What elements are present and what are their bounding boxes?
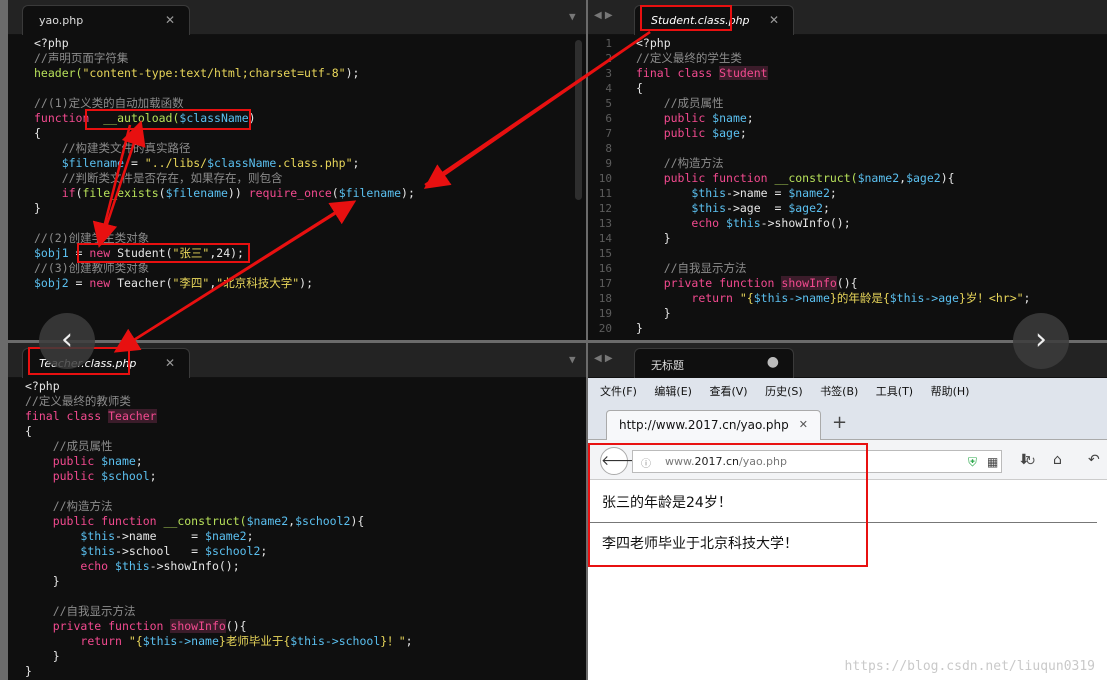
menu-help[interactable]: 帮助(H) — [931, 385, 970, 398]
highlight-autoload — [85, 109, 251, 130]
tab-nav-arrows-icon[interactable]: ◀ ▶ — [594, 353, 613, 364]
watermark: https://blog.csdn.net/liuqun0319 — [844, 659, 1095, 674]
tab-nav-arrows-icon[interactable]: ◀ ▶ — [594, 10, 613, 21]
tab-untitled[interactable]: 无标题 ● — [634, 348, 794, 378]
unsaved-dot-icon[interactable]: ● — [767, 354, 779, 370]
code-line: $this->name = $name2; — [80, 529, 254, 543]
editor-pane-top-right: ◀ ▶ Student.class.php ✕ 1 2 3 4 5 6 7 8 9 10 11 12 1… — [588, 0, 1107, 340]
code-area[interactable]: <?php//定义最终的学生类 final class Student{ //成员… — [588, 36, 1107, 340]
code-line: public function __construct($name2,$age2… — [663, 171, 955, 185]
code-line: <?php — [25, 379, 60, 393]
code-line: //构造方法 — [636, 156, 724, 170]
highlight-browser-output — [588, 443, 868, 567]
code-line: $this->age = $age2; — [691, 201, 830, 215]
code-line: //声明页面字符集 — [34, 51, 129, 65]
code-line: echo $this->showInfo(); — [691, 216, 851, 230]
code-line: <?php — [34, 36, 69, 50]
code-line: //自我显示方法 — [636, 261, 747, 275]
browser-menubar: 文件(F) 编辑(E) 查看(V) 历史(S) 书签(B) 工具(T) 帮助(H… — [588, 378, 1107, 404]
code-area[interactable]: <?php//定义最终的教师类 final class Teacher{ //成员… — [8, 379, 586, 680]
code-line: //自我显示方法 — [25, 604, 136, 618]
new-tab-icon[interactable]: + — [832, 412, 847, 433]
code-line: public $name; — [663, 111, 754, 125]
code-line: } — [25, 649, 60, 663]
code-line: } — [25, 574, 60, 588]
code-line: //成员属性 — [25, 439, 113, 453]
tab-yao-php[interactable]: yao.php ✕ — [22, 5, 190, 35]
highlight-new-student — [77, 243, 250, 263]
menu-bookmarks[interactable]: 书签(B) — [820, 385, 858, 398]
menu-history[interactable]: 历史(S) — [765, 385, 803, 398]
code-line: $this->school = $school2; — [80, 544, 268, 558]
code-area[interactable]: <?php//声明页面字符集 header("content-type:text/… — [8, 36, 586, 340]
download-icon[interactable]: ⬇ — [1018, 452, 1030, 468]
code-line: { — [25, 424, 32, 438]
code-line: //(3)创建教师类对象 — [34, 261, 150, 275]
code-line: echo $this->showInfo(); — [80, 559, 240, 573]
code-line: public $age; — [663, 126, 747, 140]
editor-pane-bottom-left: Teacher.class.php ✕ ▼ <?php//定义最终的教师类 fin… — [8, 343, 586, 680]
code-line: //判断类文件是否存在，如果存在，则包含 — [34, 171, 283, 185]
tab-label: yao.php — [39, 14, 84, 27]
code-line: { — [636, 81, 643, 95]
close-icon[interactable]: ✕ — [769, 13, 779, 27]
close-icon[interactable]: ✕ — [165, 13, 175, 27]
code-line: final class Teacher — [25, 409, 157, 423]
editor-pane-top-left: yao.php ✕ ▼ <?php//声明页面字符集 header("conten… — [8, 0, 586, 340]
next-arrow-icon[interactable]: › — [1013, 313, 1069, 369]
code-line: private function showInfo(){ — [52, 619, 247, 633]
code-line: if(file_exists($filename)) require_once(… — [61, 186, 415, 200]
code-line: } — [25, 664, 32, 678]
menu-tools[interactable]: 工具(T) — [876, 385, 913, 398]
code-line: <?php — [636, 36, 671, 50]
code-line: final class Student — [636, 66, 768, 80]
code-line: public $school; — [52, 469, 157, 483]
browser-tab[interactable]: http://www.2017.cn/yao.php ✕ — [606, 410, 821, 440]
browser-tab-strip: http://www.2017.cn/yao.php ✕ + — [588, 404, 1107, 440]
browser-tab-title: http://www.2017.cn/yao.php — [619, 418, 789, 432]
code-line: } — [636, 231, 671, 245]
code-line: public $name; — [52, 454, 143, 468]
tab-dropdown-icon[interactable]: ▼ — [569, 353, 576, 366]
prev-arrow-icon[interactable]: ‹ — [39, 313, 95, 369]
code-line: $filename = "../libs/$className.class.ph… — [61, 156, 360, 170]
code-line: //构造方法 — [25, 499, 113, 513]
code-line: $obj2 = new Teacher("李四","北京科技大学"); — [34, 276, 314, 290]
code-line: $this->name = $name2; — [691, 186, 837, 200]
tab-label: 无标题 — [651, 359, 684, 372]
highlight-student-tab — [640, 5, 732, 31]
code-line: //定义最终的教师类 — [25, 394, 131, 408]
qr-code-icon[interactable]: ▦ — [987, 455, 998, 469]
code-line: return "{$this->name}的年龄是{$this->age}岁！<… — [691, 291, 1031, 305]
menu-edit[interactable]: 编辑(E) — [654, 385, 692, 398]
scrollbar[interactable] — [575, 40, 582, 200]
undo-icon[interactable]: ↶ — [1088, 452, 1100, 468]
menu-view[interactable]: 查看(V) — [709, 385, 747, 398]
code-line: public function __construct($name2,$scho… — [52, 514, 365, 528]
code-line: //成员属性 — [636, 96, 724, 110]
code-line: //构建类文件的真实路径 — [34, 141, 191, 155]
close-icon[interactable]: ✕ — [799, 418, 808, 431]
close-icon[interactable]: ✕ — [165, 356, 175, 370]
code-line: //定义最终的学生类 — [636, 51, 742, 65]
code-line: header("content-type:text/html;charset=u… — [34, 66, 360, 80]
shield-icon[interactable]: ⛨ — [968, 455, 977, 470]
code-line: private function showInfo(){ — [663, 276, 858, 290]
home-icon[interactable]: ⌂ — [1053, 452, 1062, 468]
menu-file[interactable]: 文件(F) — [600, 385, 637, 398]
tab-bar: yao.php ✕ ▼ — [8, 0, 586, 35]
code-line: return "{$this->name}老师毕业于{$this->school… — [80, 634, 413, 648]
code-line: } — [34, 201, 41, 215]
tab-dropdown-icon[interactable]: ▼ — [569, 10, 576, 23]
